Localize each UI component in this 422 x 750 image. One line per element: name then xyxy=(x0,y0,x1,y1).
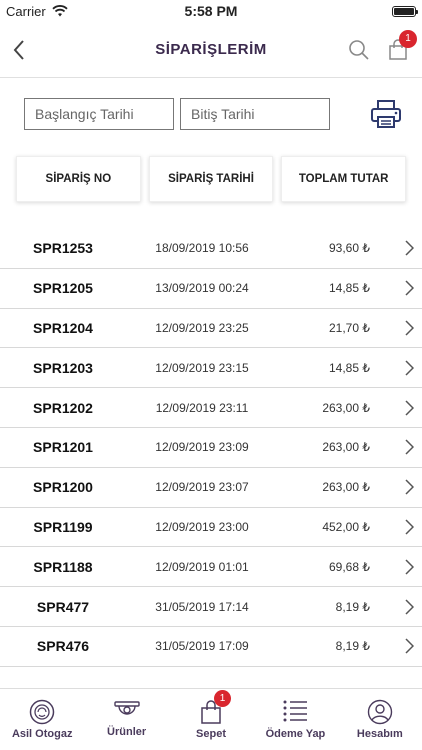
order-date: 12/09/2019 23:25 xyxy=(155,320,249,335)
carrier-label: Carrier xyxy=(6,3,46,19)
wifi-icon xyxy=(52,5,68,17)
tab-products[interactable]: Ürünler xyxy=(84,689,168,750)
column-headers: SİPARİŞ NO SİPARİŞ TARİHİ TOPLAM TUTAR xyxy=(0,130,422,202)
order-no-header[interactable]: SİPARİŞ NO xyxy=(16,156,141,202)
tab-label: Ödeme Yap xyxy=(265,728,326,740)
order-date: 12/09/2019 23:07 xyxy=(155,480,249,495)
tab-asil-otogaz[interactable]: Asil Otogaz xyxy=(0,689,84,750)
order-number: SPR477 xyxy=(36,598,90,615)
order-number: SPR1203 xyxy=(33,359,93,376)
order-date: 18/09/2019 10:56 xyxy=(155,241,249,256)
order-date: 13/09/2019 00:24 xyxy=(155,281,249,296)
cart-tab-badge: 1 xyxy=(214,690,232,707)
order-date: 12/09/2019 23:00 xyxy=(155,519,249,534)
order-row[interactable]: SPR1203 12/09/2019 23:15 14,85 ₺ xyxy=(0,348,422,389)
order-row[interactable]: SPR1205 13/09/2019 00:24 14,85 ₺ xyxy=(0,269,422,309)
order-row[interactable]: SPR476 31/05/2019 17:09 8,19 ₺ xyxy=(0,627,422,667)
products-icon xyxy=(113,701,140,715)
order-total: 8,19 ₺ xyxy=(335,599,370,614)
order-total: 21,70 ₺ xyxy=(329,320,370,335)
chevron-right-icon xyxy=(405,240,414,256)
chevron-right-icon xyxy=(405,280,414,296)
tab-label: Asil Otogaz xyxy=(11,728,73,740)
order-total: 263,00 ₺ xyxy=(322,440,370,455)
orders-list: SPR1253 18/09/2019 10:56 93,60 ₺ SPR1205… xyxy=(0,229,422,667)
order-number: SPR1199 xyxy=(33,518,93,535)
order-row[interactable]: SPR1188 12/09/2019 01:01 69,68 ₺ xyxy=(0,547,422,588)
chevron-right-icon xyxy=(405,400,414,416)
account-icon xyxy=(367,699,393,725)
order-number: SPR1253 xyxy=(33,240,93,257)
order-number: SPR1201 xyxy=(33,439,93,456)
cart-button[interactable]: 1 xyxy=(388,29,417,61)
order-number: SPR476 xyxy=(36,638,90,655)
order-number: SPR1188 xyxy=(33,558,93,575)
bottom-tab-bar: Asil Otogaz Ürünler 1 Sepet Ödeme Yap He… xyxy=(0,688,422,750)
navigation-bar: SİPARİŞLERİM 1 xyxy=(0,22,422,78)
order-date: 12/09/2019 23:15 xyxy=(155,360,249,375)
tab-account[interactable]: Hesabım xyxy=(338,689,422,750)
chevron-right-icon xyxy=(405,559,414,575)
order-row[interactable]: SPR1253 18/09/2019 10:56 93,60 ₺ xyxy=(0,229,422,269)
order-date: 31/05/2019 17:09 xyxy=(155,639,249,654)
back-button[interactable] xyxy=(12,39,26,61)
tab-label: Hesabım xyxy=(356,728,403,740)
chevron-right-icon xyxy=(405,479,414,495)
brand-logo-icon xyxy=(29,699,55,725)
chevron-right-icon xyxy=(405,599,414,615)
chevron-right-icon xyxy=(405,360,414,376)
start-date-input[interactable] xyxy=(24,98,174,130)
order-date: 12/09/2019 01:01 xyxy=(155,559,249,574)
order-number: SPR1202 xyxy=(33,399,93,416)
order-total: 263,00 ₺ xyxy=(322,400,370,415)
end-date-input[interactable] xyxy=(180,98,330,130)
nav-actions: 1 xyxy=(348,29,417,61)
order-total: 14,85 ₺ xyxy=(329,281,370,296)
chevron-right-icon xyxy=(405,320,414,336)
order-number: SPR1205 xyxy=(33,280,93,297)
chevron-right-icon xyxy=(405,519,414,535)
print-button[interactable] xyxy=(370,99,402,129)
order-number: SPR1204 xyxy=(33,319,93,336)
back-chevron-icon xyxy=(13,39,24,60)
order-total-header[interactable]: TOPLAM TUTAR xyxy=(281,156,407,202)
order-row[interactable]: SPR1201 12/09/2019 23:09 263,00 ₺ xyxy=(0,428,422,468)
order-total: 93,60 ₺ xyxy=(329,241,370,256)
order-date: 31/05/2019 17:14 xyxy=(155,599,249,614)
order-date: 12/09/2019 23:11 xyxy=(155,400,249,415)
search-icon xyxy=(349,39,369,60)
order-date-header[interactable]: SİPARİŞ TARİHİ xyxy=(148,156,274,202)
payment-list-icon xyxy=(283,700,308,722)
printer-icon xyxy=(371,100,401,128)
order-total: 69,68 ₺ xyxy=(329,559,370,574)
order-row[interactable]: SPR477 31/05/2019 17:14 8,19 ₺ xyxy=(0,587,422,627)
order-number: SPR1200 xyxy=(33,479,93,496)
search-button[interactable] xyxy=(348,39,370,61)
order-row[interactable]: SPR1204 12/09/2019 23:25 21,70 ₺ xyxy=(0,309,422,349)
order-total: 263,00 ₺ xyxy=(322,480,370,495)
battery-icon xyxy=(392,5,418,17)
order-total: 452,00 ₺ xyxy=(322,519,370,534)
order-total: 8,19 ₺ xyxy=(335,639,370,654)
tab-cart[interactable]: 1 Sepet xyxy=(169,689,253,750)
order-row[interactable]: SPR1200 12/09/2019 23:07 263,00 ₺ xyxy=(0,468,422,508)
status-left: Carrier xyxy=(6,4,68,19)
chevron-right-icon xyxy=(405,439,414,455)
chevron-right-icon xyxy=(405,638,414,654)
order-date: 12/09/2019 23:09 xyxy=(155,440,249,455)
status-bar: Carrier 5:58 PM xyxy=(0,0,422,22)
order-row[interactable]: SPR1199 12/09/2019 23:00 452,00 ₺ xyxy=(0,508,422,548)
order-row[interactable]: SPR1202 12/09/2019 23:11 263,00 ₺ xyxy=(0,388,422,428)
cart-count-badge: 1 xyxy=(399,29,417,48)
tab-label: Sepet xyxy=(196,728,226,740)
order-total: 14,85 ₺ xyxy=(329,360,370,375)
tab-label: Ürünler xyxy=(107,726,147,738)
tab-payment[interactable]: Ödeme Yap xyxy=(253,689,337,750)
date-filters xyxy=(0,78,422,130)
